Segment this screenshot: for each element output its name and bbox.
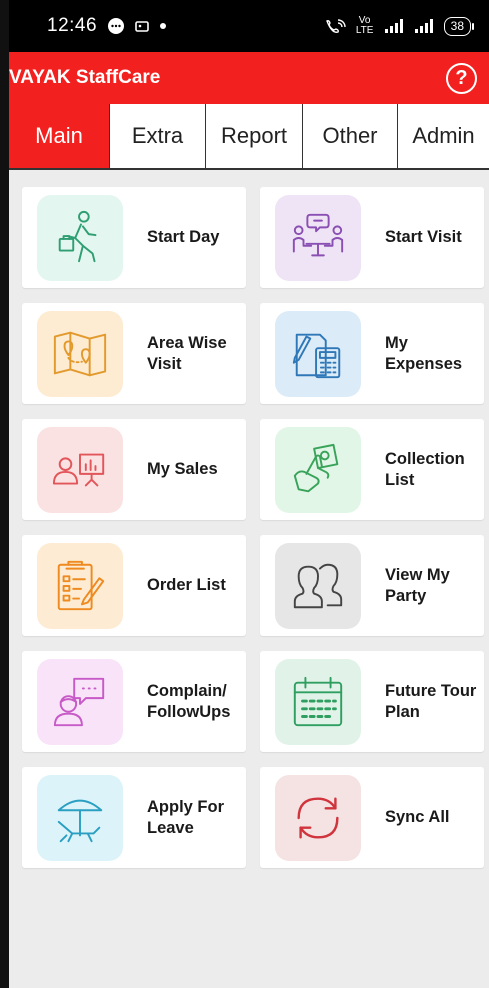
menu-card-start-visit[interactable]: Start Visit [260, 187, 484, 288]
money-hand-icon [293, 443, 339, 492]
sync-icon [297, 796, 339, 839]
app-screen: 12:46 Vo LTE 38 VAYAK StaffCare ? Main E… [9, 0, 489, 988]
future-tour-plan-tile [275, 658, 361, 745]
menu-label: My Expenses [385, 333, 463, 373]
calculator-icon [292, 333, 341, 378]
notification-dot-icon [159, 22, 167, 30]
presentation-icon [52, 453, 105, 486]
menu-label: View My Party [385, 565, 450, 605]
menu-label: Apply For Leave [147, 797, 224, 837]
gallery-icon [135, 19, 149, 33]
my-expenses-tile [275, 310, 361, 397]
sync-all-tile [275, 774, 361, 861]
status-bar: 12:46 Vo LTE 38 [9, 0, 489, 52]
tab-extra[interactable]: Extra [110, 104, 206, 168]
menu-label: Collection List [385, 449, 465, 489]
menu-card-complain-followups[interactable]: Complain/ FollowUps [22, 651, 246, 752]
menu-label: Start Day [147, 228, 220, 246]
meeting-icon [292, 213, 344, 256]
tab-bar: Main Extra Report Other Admin [9, 104, 489, 170]
walking-person-icon [58, 210, 97, 262]
chat-person-icon [53, 677, 105, 726]
beach-umbrella-icon [57, 799, 103, 842]
view-my-party-tile [275, 542, 361, 629]
tab-report[interactable]: Report [206, 104, 303, 168]
menu-card-start-day[interactable]: Start Day [22, 187, 246, 288]
complain-followups-tile [37, 658, 123, 745]
clipboard-icon [57, 560, 105, 610]
wifi-call-icon [324, 18, 346, 34]
menu-card-collection-list[interactable]: Collection List [260, 419, 484, 520]
map-icon [53, 331, 107, 376]
app-bar: VAYAK StaffCare ? [9, 52, 489, 104]
menu-label: My Sales [147, 460, 218, 478]
menu-card-sync-all[interactable]: Sync All [260, 767, 484, 868]
menu-label: Future Tour Plan [385, 681, 477, 721]
signal-icon-1 [384, 18, 406, 34]
menu-card-area-wise-visit[interactable]: Area Wise Visit [22, 303, 246, 404]
menu-label: Complain/ FollowUps [147, 681, 231, 721]
tab-admin[interactable]: Admin [398, 104, 489, 168]
order-list-tile [37, 542, 123, 629]
area-wise-visit-tile [37, 310, 123, 397]
menu-card-future-tour-plan[interactable]: Future Tour Plan [260, 651, 484, 752]
app-title: VAYAK StaffCare [9, 67, 161, 88]
menu-grid: Start Day Start Visit Area Wise Visit My… [22, 187, 488, 868]
menu-label: Sync All [385, 808, 450, 826]
help-button[interactable]: ? [446, 62, 477, 94]
status-time: 12:46 [47, 15, 98, 36]
menu-label: Start Visit [385, 228, 462, 246]
menu-label: Area Wise Visit [147, 333, 227, 373]
people-icon [293, 563, 343, 608]
chat-bubble-icon [107, 17, 125, 35]
calendar-icon [293, 676, 343, 726]
tab-main[interactable]: Main [9, 104, 110, 168]
menu-card-my-sales[interactable]: My Sales [22, 419, 246, 520]
menu-card-order-list[interactable]: Order List [22, 535, 246, 636]
collection-list-tile [275, 426, 361, 513]
menu-card-view-my-party[interactable]: View My Party [260, 535, 484, 636]
start-day-tile [37, 194, 123, 281]
apply-for-leave-tile [37, 774, 123, 861]
tab-other[interactable]: Other [303, 104, 398, 168]
start-visit-tile [275, 194, 361, 281]
battery-indicator: 38 [443, 16, 475, 36]
menu-card-my-expenses[interactable]: My Expenses [260, 303, 484, 404]
menu-label: Order List [147, 576, 226, 594]
signal-icon-2 [414, 18, 436, 34]
menu-card-apply-for-leave[interactable]: Apply For Leave [22, 767, 246, 868]
my-sales-tile [37, 426, 123, 513]
network-type-label: Vo LTE [355, 15, 374, 36]
